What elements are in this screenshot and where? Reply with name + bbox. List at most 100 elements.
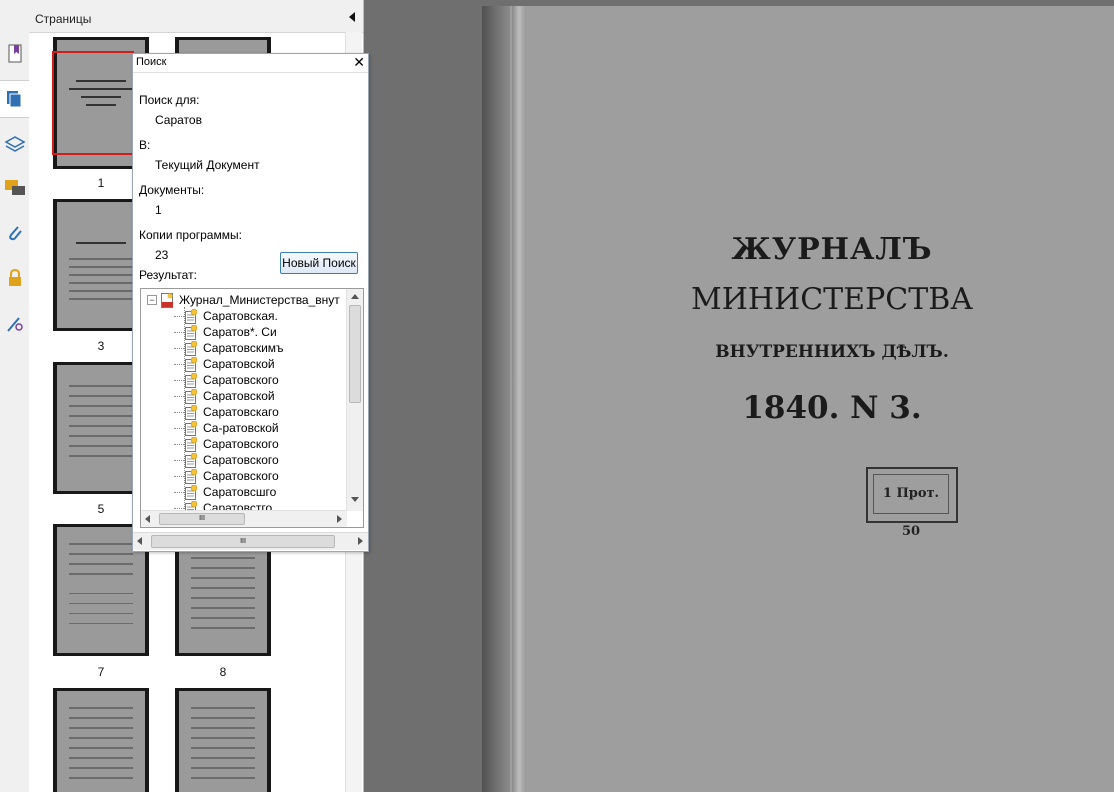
tree-connector <box>174 412 184 413</box>
thumbnail-image <box>57 691 145 792</box>
collapse-panel-icon[interactable] <box>349 12 355 22</box>
page-thumbnail-10[interactable] <box>175 688 271 792</box>
page-fold <box>512 6 526 792</box>
page-edge-shadow <box>482 6 510 792</box>
search-hit-icon <box>185 436 198 452</box>
security-button[interactable] <box>0 260 29 296</box>
documents-label: Документы: <box>139 183 205 197</box>
search-result-text: Саратовской <box>203 357 275 371</box>
bookmark-icon <box>8 44 21 63</box>
search-result-item[interactable]: Саратовского <box>174 372 279 388</box>
tree-connector <box>174 476 184 477</box>
results-vertical-scrollbar[interactable] <box>346 289 363 511</box>
pages-panel-title: Страницы <box>35 12 92 26</box>
bookmarks-button[interactable] <box>0 36 29 72</box>
department-title-line: ВНУТРЕННИХЪ ДѢЛЪ. <box>715 342 949 362</box>
search-hit-icon <box>185 452 198 468</box>
scroll-up-icon[interactable] <box>351 294 359 299</box>
search-result-item[interactable]: Саратовского <box>174 468 279 484</box>
search-term-value: Саратов <box>155 113 202 127</box>
search-dialog: Поиск ✕ Поиск для: Саратов В: Текущий До… <box>132 53 369 552</box>
pdf-file-icon <box>161 292 173 308</box>
search-result-item[interactable]: Саратовского <box>174 436 279 452</box>
page-thumbnail-9[interactable] <box>53 688 149 792</box>
instances-label: Копии программы: <box>139 228 242 242</box>
tree-connector <box>174 364 184 365</box>
tree-connector <box>174 380 184 381</box>
tree-connector <box>174 316 184 317</box>
scroll-down-icon[interactable] <box>351 497 359 502</box>
signatures-button[interactable] <box>0 306 29 342</box>
tree-connector <box>174 396 184 397</box>
search-result-text: Саратовскаго <box>203 405 279 419</box>
tree-root-document[interactable]: − Журнал_Министерства_внут <box>147 292 340 308</box>
tree-connector <box>174 460 184 461</box>
scroll-left-icon[interactable] <box>137 537 142 545</box>
document-page-view: ЖУРНАЛЪ МИНИСТЕРСТВА ВНУТРЕННИХЪ ДѢЛЪ. 1… <box>482 6 1114 792</box>
search-result-text: Саратовсшго <box>203 485 277 499</box>
search-dialog-titlebar[interactable]: Поиск ✕ <box>133 54 368 73</box>
search-result-item[interactable]: Саратовского <box>174 452 279 468</box>
scroll-right-icon[interactable] <box>358 537 363 545</box>
scroll-right-icon[interactable] <box>337 515 342 523</box>
journal-title-line: ЖУРНАЛЪ <box>731 232 933 267</box>
signature-icon <box>6 317 23 332</box>
dialog-horizontal-scrollbar[interactable]: III <box>133 532 368 550</box>
search-hit-icon <box>185 420 198 436</box>
stamp-text: 1 Прот. 50 <box>873 474 949 539</box>
page-number-label: 7 <box>97 665 105 679</box>
tree-connector <box>174 508 184 509</box>
search-result-text: Саратовского <box>203 453 279 467</box>
search-result-item[interactable]: Саратовсшго <box>174 484 277 500</box>
search-result-item[interactable]: Саратовскимъ <box>174 340 284 356</box>
pages-icon <box>6 91 21 108</box>
thumbnail-image <box>179 691 267 792</box>
attachments-button[interactable] <box>0 215 29 251</box>
instances-count: 23 <box>155 248 169 262</box>
navigation-toolbar <box>0 0 30 792</box>
search-dialog-title: Поиск <box>136 56 167 68</box>
results-horizontal-scrollbar[interactable]: III <box>141 510 347 527</box>
search-result-text: Саратовского <box>203 469 279 483</box>
search-result-text: Саратовскимъ <box>203 341 284 355</box>
search-result-item[interactable]: Са-ратовской <box>174 420 279 436</box>
scroll-left-icon[interactable] <box>145 515 150 523</box>
search-result-text: Саратовской <box>203 389 275 403</box>
scrollbar-thumb[interactable]: III <box>159 513 245 525</box>
search-hit-icon <box>185 468 198 484</box>
search-result-text: Саратовского <box>203 373 279 387</box>
search-hit-icon <box>185 324 198 340</box>
search-result-item[interactable]: Саратовскаго <box>174 404 279 420</box>
search-result-text: Саратовская. <box>203 309 278 323</box>
close-icon[interactable]: ✕ <box>353 54 365 70</box>
page-number-label: 8 <box>219 665 227 679</box>
search-for-label: Поиск для: <box>139 93 200 107</box>
tree-connector <box>174 348 184 349</box>
search-result-item[interactable]: Саратов*. Си <box>174 324 277 340</box>
search-result-text: Саратовского <box>203 437 279 451</box>
scrollbar-thumb[interactable] <box>349 305 361 403</box>
pages-button[interactable] <box>0 80 29 118</box>
issue-number-line: 1840. N 3. <box>742 390 922 426</box>
pages-panel-header: Страницы <box>29 0 363 33</box>
search-in-value: Текущий Документ <box>155 158 260 172</box>
library-stamp: 1 Прот. 50 <box>866 467 958 539</box>
tree-root-label: Журнал_Министерства_внут <box>179 293 340 307</box>
comments-button[interactable] <box>0 170 29 206</box>
tree-connector <box>174 332 184 333</box>
search-result-text: Саратов*. Си <box>203 325 277 339</box>
comments-icon <box>4 180 25 195</box>
layers-button[interactable] <box>0 126 29 162</box>
search-result-text: Са-ратовской <box>203 421 279 435</box>
new-search-button[interactable]: Новый Поиск <box>280 252 358 274</box>
tree-connector <box>174 444 184 445</box>
lock-icon <box>8 268 21 286</box>
search-result-item[interactable]: Саратовской <box>174 388 275 404</box>
ministry-title-line: МИНИСТЕРСТВА <box>691 282 973 317</box>
result-label: Результат: <box>139 268 197 282</box>
search-result-item[interactable]: Саратовская. <box>174 308 278 324</box>
search-result-item[interactable]: Саратовской <box>174 356 275 372</box>
collapse-icon[interactable]: − <box>147 295 157 305</box>
scrollbar-thumb[interactable]: III <box>151 535 335 548</box>
layers-icon <box>3 136 26 152</box>
